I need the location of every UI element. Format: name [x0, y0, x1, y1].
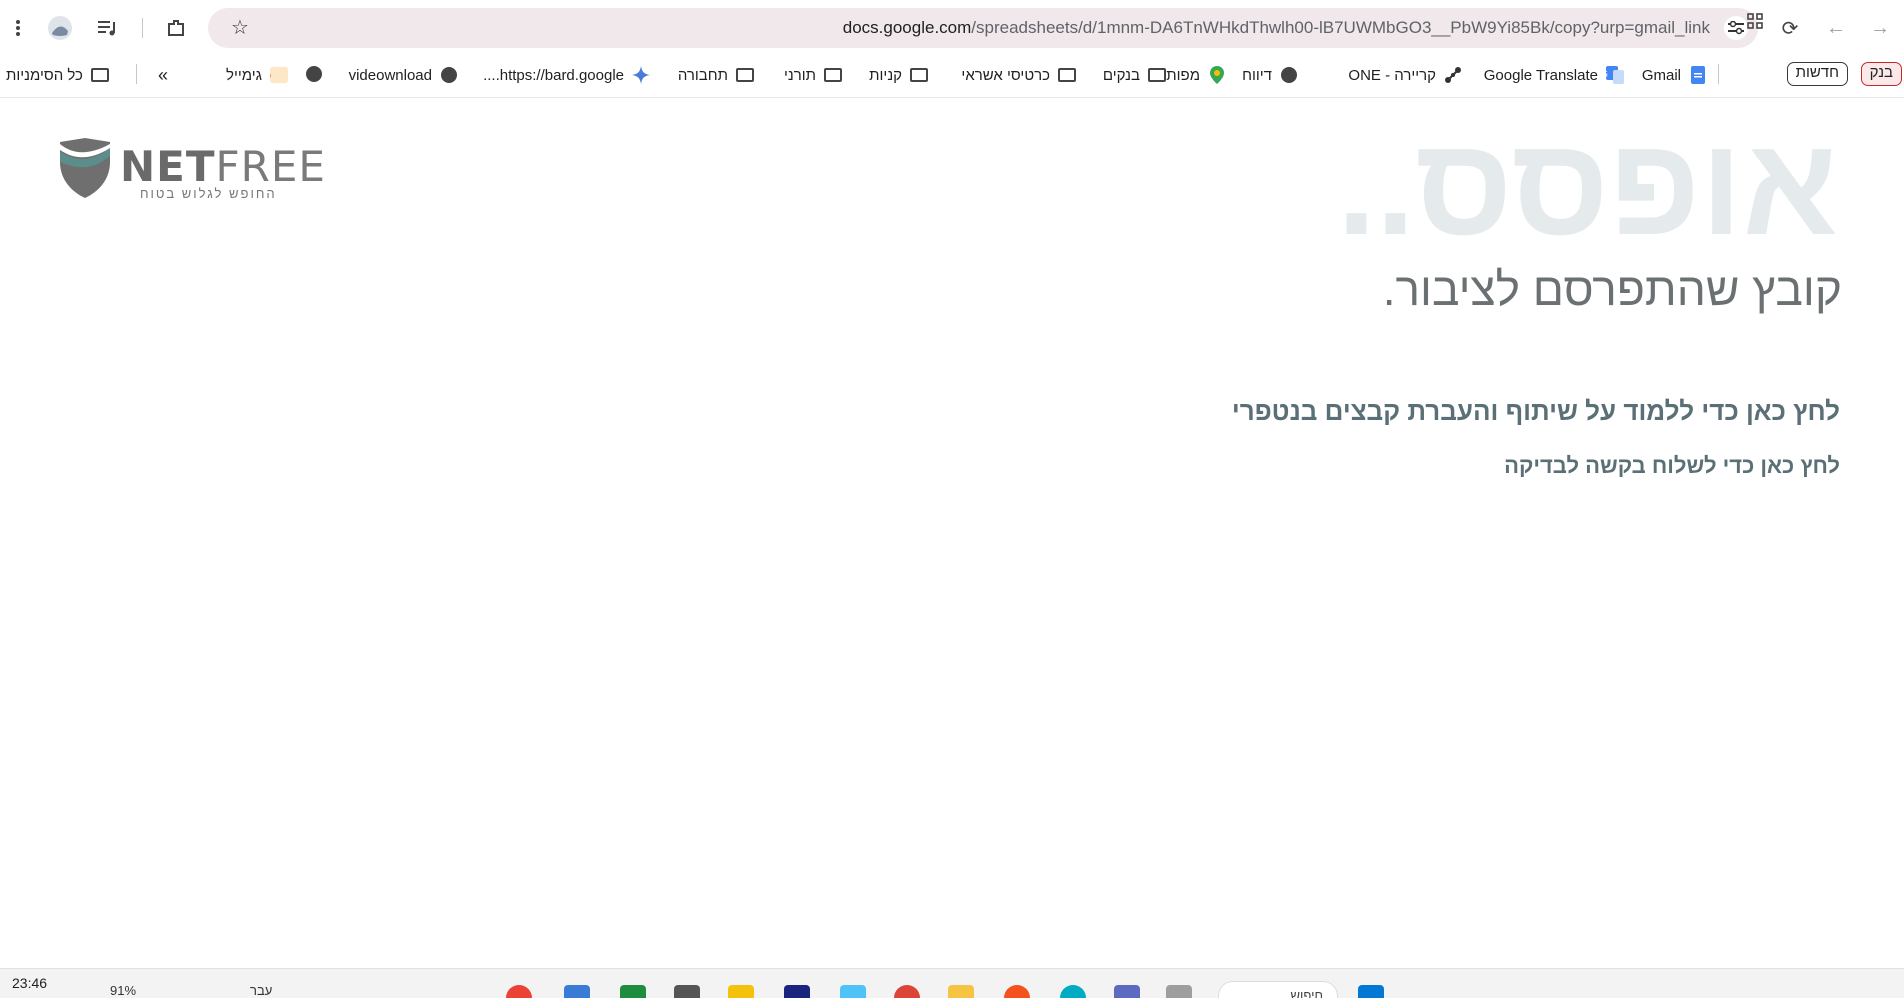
bookmark-label: קניות	[869, 66, 902, 84]
url-host: docs.google.com	[842, 18, 972, 37]
forward-icon[interactable]: →	[1864, 12, 1896, 44]
browser-toolbar: ☆ docs.google.com/spreadsheets/d/1mnm-DA…	[0, 0, 1904, 56]
translate-icon: G	[1606, 66, 1624, 84]
bookmark-label: מפות	[1166, 66, 1200, 84]
folder-icon	[736, 66, 754, 84]
app-taskbar-icon[interactable]	[728, 985, 754, 998]
app-taskbar-icon[interactable]	[674, 985, 700, 998]
bookmark-label: videownload	[348, 66, 432, 84]
bookmarks-divider	[1718, 64, 1719, 84]
bookmark-label: תורני	[783, 66, 816, 84]
bookmark-banks[interactable]: בנקים	[1103, 62, 1166, 88]
bookmark-gimail[interactable]: 100 גימייל	[226, 62, 288, 88]
media-control-icon[interactable]	[92, 12, 124, 44]
site-settings-icon[interactable]	[1724, 16, 1748, 40]
back-icon[interactable]: ←	[1820, 12, 1852, 44]
bookmark-torani[interactable]: תורני	[784, 62, 842, 88]
bookmark-label: Google Translate	[1483, 66, 1598, 84]
app-taskbar-icon[interactable]	[784, 985, 810, 998]
input-language[interactable]: עבר	[250, 983, 272, 998]
bookmark-bank[interactable]: בנק	[1860, 62, 1902, 86]
network-icon	[1444, 66, 1462, 84]
calculator-taskbar-icon[interactable]	[1114, 985, 1140, 998]
bookmark-news[interactable]: חדשות	[1786, 62, 1848, 86]
bookmark-label: כל הסימניות	[6, 66, 83, 84]
apps-grid-icon[interactable]	[1746, 8, 1764, 34]
folder-icon	[1148, 66, 1166, 84]
bookmark-transport[interactable]: תחבורה	[678, 62, 754, 88]
file-explorer-taskbar-icon[interactable]	[948, 985, 974, 998]
bookmark-career-one[interactable]: קריירה - ONE	[1348, 62, 1462, 88]
url-text[interactable]: docs.google.com/spreadsheets/d/1mnm-DA6T…	[843, 8, 1710, 48]
edge-taskbar-icon[interactable]	[1060, 985, 1086, 998]
start-button-icon[interactable]	[1358, 985, 1384, 998]
bookmark-shopping[interactable]: קניות	[869, 62, 928, 88]
bookmark-gmail[interactable]: Gmail	[1642, 62, 1707, 88]
taskbar-search-input[interactable]: חיפוש	[1218, 981, 1338, 998]
bookmarks-overflow-button[interactable]: »	[158, 62, 168, 88]
app-taskbar-icon[interactable]	[840, 985, 866, 998]
os-taskbar: 23:46 91% עבר חיפוש	[0, 968, 1904, 998]
profile-avatar-icon[interactable]	[44, 12, 76, 44]
app-taskbar-icon[interactable]	[620, 985, 646, 998]
svg-text:G: G	[1606, 70, 1608, 80]
bookmark-bard[interactable]: https://bard.google....	[483, 62, 650, 88]
bookmark-label: קריירה - ONE	[1348, 66, 1436, 84]
bookmark-label: בנקים	[1102, 66, 1140, 84]
bookmark-report[interactable]: דיווח	[1242, 62, 1298, 88]
folder-icon	[910, 66, 928, 84]
gemini-sparkle-icon	[632, 66, 650, 84]
folder-icon	[824, 66, 842, 84]
globe-icon[interactable]	[306, 66, 324, 84]
folder-icon	[90, 66, 109, 84]
bookmark-google-translate[interactable]: G Google Translate	[1484, 62, 1624, 88]
badge-100-icon: 100	[270, 66, 288, 84]
learn-sharing-link[interactable]: לחץ כאן כדי ללמוד על שיתוף והעברת קבצים …	[1232, 396, 1840, 427]
url-path: /spreadsheets/d/1mnm-DA6TnWHkdThwlh00-lB…	[971, 18, 1710, 37]
bookmark-label: https://bard.google....	[483, 66, 624, 84]
chrome-taskbar-icon[interactable]	[506, 985, 532, 998]
toolbar-divider	[142, 18, 143, 38]
battery-percent[interactable]: 91%	[110, 983, 136, 998]
netfree-logo: NETFREE החופש לגלוש בטוח	[58, 138, 325, 202]
bookmark-videownload[interactable]: videownload	[349, 62, 458, 88]
error-heading: אופסס..	[1337, 107, 1838, 264]
logo-free: FREE	[215, 142, 326, 191]
globe-icon	[440, 66, 458, 84]
all-bookmarks-button[interactable]: כל הסימניות	[6, 62, 109, 88]
docs-icon	[1689, 66, 1707, 84]
globe-icon	[1280, 66, 1298, 84]
logo-net: NET	[120, 142, 216, 191]
extensions-icon[interactable]	[160, 12, 192, 44]
bookmarks-divider	[136, 64, 137, 84]
bookmark-label: Gmail	[1641, 66, 1681, 84]
shield-logo-icon	[60, 138, 110, 198]
folder-icon	[1058, 66, 1076, 84]
bookmark-label: גימייל	[226, 66, 262, 84]
bookmark-maps[interactable]: מפות	[1166, 62, 1226, 88]
maps-pin-icon	[1208, 66, 1226, 84]
bookmark-label: כרטיסי אשראי	[961, 66, 1050, 84]
send-request-link[interactable]: לחץ כאן כדי לשלוח בקשה לבדיקה	[1504, 453, 1840, 479]
reload-icon[interactable]: ⟳	[1774, 12, 1806, 44]
taskbar-clock[interactable]: 23:46	[12, 975, 47, 991]
logo-tagline: החופש לגלוש בטוח	[140, 186, 277, 201]
bookmark-label: תחבורה	[677, 66, 728, 84]
app-taskbar-icon[interactable]	[1166, 985, 1192, 998]
chrome-taskbar-icon[interactable]	[894, 985, 920, 998]
browser-window: ☆ docs.google.com/spreadsheets/d/1mnm-DA…	[0, 0, 1904, 998]
error-subtitle: קובץ שהתפרסם לציבור.	[1382, 263, 1842, 315]
more-menu-icon[interactable]	[2, 12, 34, 44]
bookmark-label: דיווח	[1242, 66, 1272, 84]
app-taskbar-icon[interactable]	[1004, 985, 1030, 998]
address-bar[interactable]: ☆ docs.google.com/spreadsheets/d/1mnm-DA…	[208, 8, 1758, 48]
bookmark-credit-cards[interactable]: כרטיסי אשראי	[961, 62, 1076, 88]
app-taskbar-icon[interactable]	[564, 985, 590, 998]
bookmark-star-icon[interactable]: ☆	[228, 16, 252, 40]
logo-wordmark: NETFREE	[120, 142, 326, 191]
